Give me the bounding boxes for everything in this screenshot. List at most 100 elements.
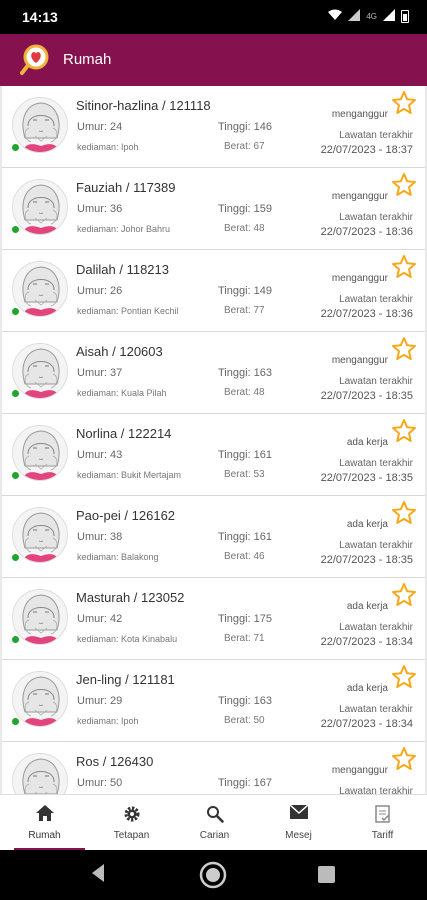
tab-tetapan[interactable]: Tetapan <box>89 795 174 851</box>
avatar[interactable] <box>12 343 68 399</box>
favorite-star-icon[interactable] <box>391 500 417 526</box>
tab-carian[interactable]: Carian <box>172 795 257 851</box>
avatar[interactable] <box>12 753 68 794</box>
employment-status: ada kerja <box>346 519 388 530</box>
profile-residence: kediaman: Pontian Kechil <box>77 306 179 316</box>
profile-card[interactable]: Jen-ling / 121181 Umur: 29 kediaman: Ipo… <box>2 660 425 742</box>
last-visit-label: Lawatan terakhir <box>339 704 413 715</box>
last-visit-time: 22/07/2023 - 18:35 <box>320 390 413 402</box>
system-navigation-bar <box>0 850 427 900</box>
last-visit-time: 22/07/2023 - 18:34 <box>320 636 413 648</box>
employment-status: menganggur <box>331 109 388 120</box>
tab-mesej[interactable]: Mesej <box>256 795 341 851</box>
profile-weight: Berat: 48 <box>224 387 265 398</box>
profile-card[interactable]: Sitinor-hazlina / 121118 Umur: 24 kediam… <box>2 86 425 168</box>
profile-age: Umur: 24 <box>77 121 123 133</box>
profile-name: Norlina / 122214 <box>76 426 172 441</box>
last-visit-label: Lawatan terakhir <box>339 212 413 223</box>
last-visit-time: 22/07/2023 - 18:36 <box>320 226 413 238</box>
avatar[interactable] <box>12 261 68 317</box>
status-time: 14:13 <box>22 9 58 25</box>
employment-status: menganggur <box>331 191 388 202</box>
profile-card[interactable]: Masturah / 123052 Umur: 42 kediaman: Kot… <box>2 578 425 660</box>
profile-card[interactable]: Aisah / 120603 Umur: 37 kediaman: Kuala … <box>2 332 425 414</box>
favorite-star-icon[interactable] <box>391 90 417 116</box>
profile-residence: kediaman: Balakong <box>77 552 159 562</box>
tab-label: Rumah <box>28 830 61 841</box>
signal-icon <box>348 9 361 24</box>
profile-height: Tinggi: 167 <box>218 777 273 789</box>
last-visit-time: 22/07/2023 - 18:35 <box>320 472 413 484</box>
profile-residence: kediaman: Ipoh <box>77 142 139 152</box>
profile-list[interactable]: Sitinor-hazlina / 121118 Umur: 24 kediam… <box>0 86 427 794</box>
profile-residence: kediaman: Kota Kinabalu <box>77 634 178 644</box>
online-indicator <box>11 307 20 316</box>
profile-age: Umur: 36 <box>77 203 123 215</box>
favorite-star-icon[interactable] <box>391 336 417 362</box>
tab-label: Carian <box>199 830 230 841</box>
profile-name: Aisah / 120603 <box>76 344 163 359</box>
profile-height: Tinggi: 163 <box>218 695 273 707</box>
favorite-star-icon[interactable] <box>391 582 417 608</box>
profile-height: Tinggi: 175 <box>218 613 273 625</box>
favorite-star-icon[interactable] <box>391 418 417 444</box>
online-indicator <box>11 635 20 644</box>
last-visit-label: Lawatan terakhir <box>339 294 413 305</box>
profile-card[interactable]: Norlina / 122214 Umur: 43 kediaman: Buki… <box>2 414 425 496</box>
profile-height: Tinggi: 146 <box>218 121 273 133</box>
profile-weight: Berat: 50 <box>224 715 265 726</box>
avatar[interactable] <box>12 507 68 563</box>
recents-icon[interactable] <box>318 866 335 883</box>
profile-height: Tinggi: 163 <box>218 367 273 379</box>
employment-status: menganggur <box>331 273 388 284</box>
profile-age: Umur: 50 <box>77 777 123 789</box>
favorite-star-icon[interactable] <box>391 664 417 690</box>
last-visit-label: Lawatan terakhir <box>339 376 413 387</box>
profile-card[interactable]: Fauziah / 117389 Umur: 36 kediaman: Joho… <box>2 168 425 250</box>
profile-name: Fauziah / 117389 <box>76 180 176 195</box>
profile-name: Masturah / 123052 <box>76 590 185 605</box>
profile-age: Umur: 26 <box>77 285 123 297</box>
profile-name: Jen-ling / 121181 <box>76 672 175 687</box>
online-indicator <box>11 553 20 562</box>
profile-residence: kediaman: Johor Bahru <box>77 224 171 234</box>
avatar[interactable] <box>12 671 68 727</box>
tab-tariff[interactable]: Tariff <box>340 795 425 851</box>
back-icon[interactable] <box>90 863 106 883</box>
last-visit-label: Lawatan terakhir <box>339 540 413 551</box>
profile-residence: kediaman: Kuala Pilah <box>77 388 167 398</box>
favorite-star-icon[interactable] <box>391 254 417 280</box>
last-visit-label: Lawatan terakhir <box>339 786 413 794</box>
profile-card[interactable]: Dalilah / 118213 Umur: 26 kediaman: Pont… <box>2 250 425 332</box>
home-button-icon[interactable] <box>199 861 227 889</box>
profile-card[interactable]: Ros / 126430 Umur: 50 Tinggi: 167 mengan… <box>2 742 425 794</box>
profile-weight: Berat: 46 <box>224 551 265 562</box>
profile-card[interactable]: Pao-pei / 126162 Umur: 38 kediaman: Bala… <box>2 496 425 578</box>
search-icon <box>206 806 224 823</box>
last-visit-label: Lawatan terakhir <box>339 622 413 633</box>
profile-residence: kediaman: Bukit Mertajam <box>77 470 182 480</box>
tab-label: Tariff <box>371 830 394 841</box>
profile-age: Umur: 37 <box>77 367 123 379</box>
last-visit-time: 22/07/2023 - 18:34 <box>320 718 413 730</box>
envelope-icon <box>289 805 308 819</box>
avatar[interactable] <box>12 425 68 481</box>
profile-residence: kediaman: Ipoh <box>77 716 139 726</box>
avatar[interactable] <box>12 179 68 235</box>
online-indicator <box>11 717 20 726</box>
profile-weight: Berat: 67 <box>224 141 265 152</box>
employment-status: ada kerja <box>346 683 388 694</box>
online-indicator <box>11 225 20 234</box>
profile-age: Umur: 29 <box>77 695 123 707</box>
profile-age: Umur: 38 <box>77 531 123 543</box>
tab-rumah[interactable]: Rumah <box>2 795 87 851</box>
avatar[interactable] <box>12 589 68 645</box>
profile-height: Tinggi: 161 <box>218 449 273 461</box>
favorite-star-icon[interactable] <box>391 172 417 198</box>
avatar[interactable] <box>12 97 68 153</box>
last-visit-time: 22/07/2023 - 18:35 <box>320 554 413 566</box>
document-icon <box>374 805 390 823</box>
profile-weight: Berat: 53 <box>224 469 265 480</box>
favorite-star-icon[interactable] <box>391 746 417 772</box>
profile-name: Sitinor-hazlina / 121118 <box>76 98 211 113</box>
